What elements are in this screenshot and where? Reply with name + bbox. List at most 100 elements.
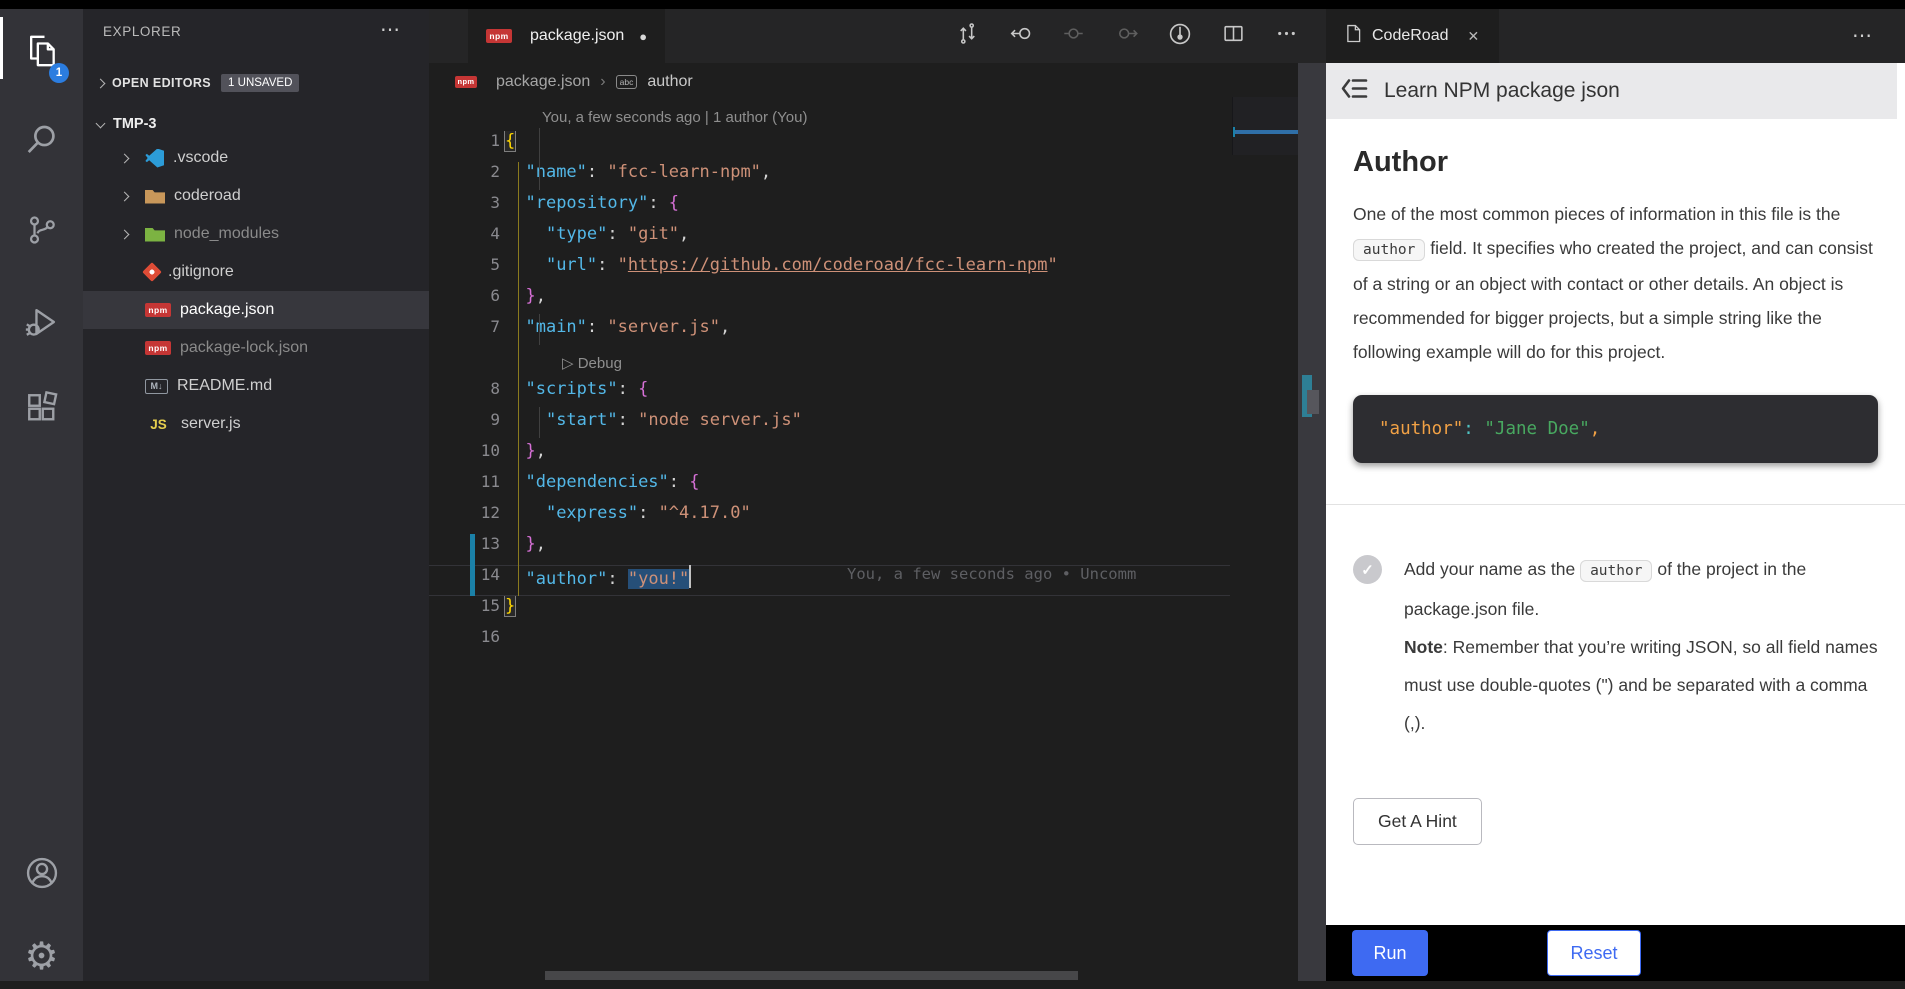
file-item-node_modules[interactable]: node_modules xyxy=(83,215,429,253)
git-icon xyxy=(142,262,162,282)
explorer-view-button[interactable]: 1 xyxy=(0,21,83,85)
line-text: "url": "https://github.com/coderoad/fcc-… xyxy=(505,255,1058,286)
line-number[interactable]: 6 xyxy=(429,286,500,317)
line-number[interactable]: 10 xyxy=(429,441,500,472)
minimap[interactable] xyxy=(1232,97,1298,155)
line-number[interactable]: 5 xyxy=(429,255,500,286)
code-line-3[interactable]: 3 "repository": { xyxy=(429,193,1230,224)
code-line-9[interactable]: 9 "start": "node server.js" xyxy=(429,410,1230,441)
editor-toolbar xyxy=(956,9,1298,63)
split-editor-button[interactable] xyxy=(1222,22,1245,50)
timeline-button[interactable] xyxy=(1168,22,1192,51)
codelens-debug[interactable]: ▷ Debug xyxy=(429,348,1230,379)
file-label: .vscode xyxy=(173,149,228,167)
code-line-10[interactable]: 10 }, xyxy=(429,441,1230,472)
more-actions-icon xyxy=(1275,22,1298,50)
source-control-view-button[interactable] xyxy=(0,200,83,264)
panel-more-actions-icon[interactable]: ⋯ xyxy=(1852,23,1873,48)
code-line-12[interactable]: 12 "express": "^4.17.0" xyxy=(429,503,1230,534)
url-link: https://github.com/coderoad/fcc-learn-np… xyxy=(628,255,1048,275)
open-editors-section[interactable]: OPEN EDITORS 1 UNSAVED xyxy=(83,65,429,101)
line-text: "express": "^4.17.0" xyxy=(505,503,751,534)
code-line-8[interactable]: 8 "scripts": { xyxy=(429,379,1230,410)
code-line-13[interactable]: 13 }, xyxy=(429,534,1230,565)
file-item-.gitignore[interactable]: .gitignore xyxy=(83,253,429,291)
arrow-left-circle-icon xyxy=(1009,22,1032,50)
line-number[interactable]: 14 xyxy=(429,565,500,596)
tab-coderoad[interactable]: CodeRoad ✕ xyxy=(1326,9,1499,63)
code-lines: You, a few seconds ago | 1 author (You)1… xyxy=(429,105,1230,658)
code-line-15[interactable]: 15} xyxy=(429,596,1230,627)
panel-bottom-bar: Run Reset xyxy=(1326,925,1905,981)
line-number[interactable]: 4 xyxy=(429,224,500,255)
npm-icon: npm xyxy=(455,76,477,88)
file-item-package.json[interactable]: npmpackage.json xyxy=(83,291,429,329)
code-line-14[interactable]: 14 "author": "you!"You, a few seconds ag… xyxy=(429,565,1230,596)
file-item-server.js[interactable]: JSserver.js xyxy=(83,405,429,443)
file-item-README.md[interactable]: M↓README.md xyxy=(83,367,429,405)
file-item-.vscode[interactable]: .vscode xyxy=(83,139,429,177)
open-changes-button[interactable] xyxy=(956,22,979,50)
code-line-1[interactable]: 1{ xyxy=(429,131,1230,162)
tab-label: package.json xyxy=(530,27,624,45)
explorer-more-actions-icon[interactable]: ⋯ xyxy=(380,17,401,42)
code-line-7[interactable]: 7 "main": "server.js", xyxy=(429,317,1230,348)
file-item-coderoad[interactable]: coderoad xyxy=(83,177,429,215)
previous-change-button[interactable] xyxy=(1062,22,1085,50)
indent-guide xyxy=(539,407,540,438)
inline-code-chip: author xyxy=(1353,239,1425,261)
next-change-icon xyxy=(1115,22,1138,50)
line-number[interactable]: 15 xyxy=(429,596,500,627)
task-item: ✓ Add your name as the author of the pro… xyxy=(1353,550,1878,742)
reset-button[interactable]: Reset xyxy=(1547,930,1641,976)
get-hint-button[interactable]: Get A Hint xyxy=(1353,798,1482,845)
tab-package-json[interactable]: npm package.json ● xyxy=(468,9,665,63)
code-line-2[interactable]: 2 "name": "fcc-learn-npm", xyxy=(429,162,1230,193)
settings-button[interactable]: ⚙ xyxy=(0,925,83,989)
line-number[interactable]: 1 xyxy=(429,131,500,162)
file-item-package-lock.json[interactable]: npmpackage-lock.json xyxy=(83,329,429,367)
line-number[interactable]: 13 xyxy=(429,534,500,565)
run-button[interactable]: Run xyxy=(1352,930,1428,976)
code-line-11[interactable]: 11 "dependencies": { xyxy=(429,472,1230,503)
code-line-6[interactable]: 6 }, xyxy=(429,286,1230,317)
scrollbar-thumb[interactable] xyxy=(1307,390,1319,414)
more-actions-button[interactable] xyxy=(1275,22,1298,50)
extensions-view-button[interactable] xyxy=(0,378,83,442)
indent-guide xyxy=(539,314,540,345)
line-text: { xyxy=(505,131,515,162)
line-number[interactable]: 16 xyxy=(429,627,500,658)
back-to-menu-icon[interactable] xyxy=(1339,75,1369,107)
breadcrumb-symbol[interactable]: author xyxy=(647,73,692,91)
text-cursor xyxy=(689,565,691,588)
line-number[interactable]: 9 xyxy=(429,410,500,441)
coderoad-webview: Learn NPM package json Author One of the… xyxy=(1326,63,1905,981)
workspace-root-folder[interactable]: TMP-3 xyxy=(83,108,429,139)
line-number[interactable]: 11 xyxy=(429,472,500,503)
open-editors-label: OPEN EDITORS xyxy=(112,76,211,90)
chevron-right-icon xyxy=(120,153,130,163)
editor-vertical-scrollbar[interactable] xyxy=(1298,63,1326,981)
workspace-root-label: TMP-3 xyxy=(113,116,157,132)
code-line-4[interactable]: 4 "type": "git", xyxy=(429,224,1230,255)
line-number[interactable]: 12 xyxy=(429,503,500,534)
line-text: "name": "fcc-learn-npm", xyxy=(505,162,771,193)
run-debug-view-button[interactable] xyxy=(0,292,83,356)
file-label: coderoad xyxy=(174,187,241,205)
editor-tab-bar: npm package.json ● xyxy=(429,9,1326,63)
tutorial-content: Author One of the most common pieces of … xyxy=(1326,119,1905,925)
line-number[interactable]: 3 xyxy=(429,193,500,224)
breadcrumb-file[interactable]: package.json xyxy=(496,73,590,91)
code-line-16[interactable]: 16 xyxy=(429,627,1230,658)
account-button[interactable] xyxy=(0,843,83,907)
line-number[interactable]: 8 xyxy=(429,379,500,410)
line-number[interactable]: 2 xyxy=(429,162,500,193)
search-view-button[interactable] xyxy=(0,110,83,174)
code-line-5[interactable]: 5 "url": "https://github.com/coderoad/fc… xyxy=(429,255,1230,286)
close-icon[interactable]: ✕ xyxy=(1468,28,1480,45)
editor-horizontal-scrollbar[interactable] xyxy=(545,971,1078,980)
next-change-button[interactable] xyxy=(1115,22,1138,50)
line-number[interactable]: 7 xyxy=(429,317,500,348)
minimap-change-tick xyxy=(1233,127,1235,137)
go-back-button[interactable] xyxy=(1009,22,1032,50)
